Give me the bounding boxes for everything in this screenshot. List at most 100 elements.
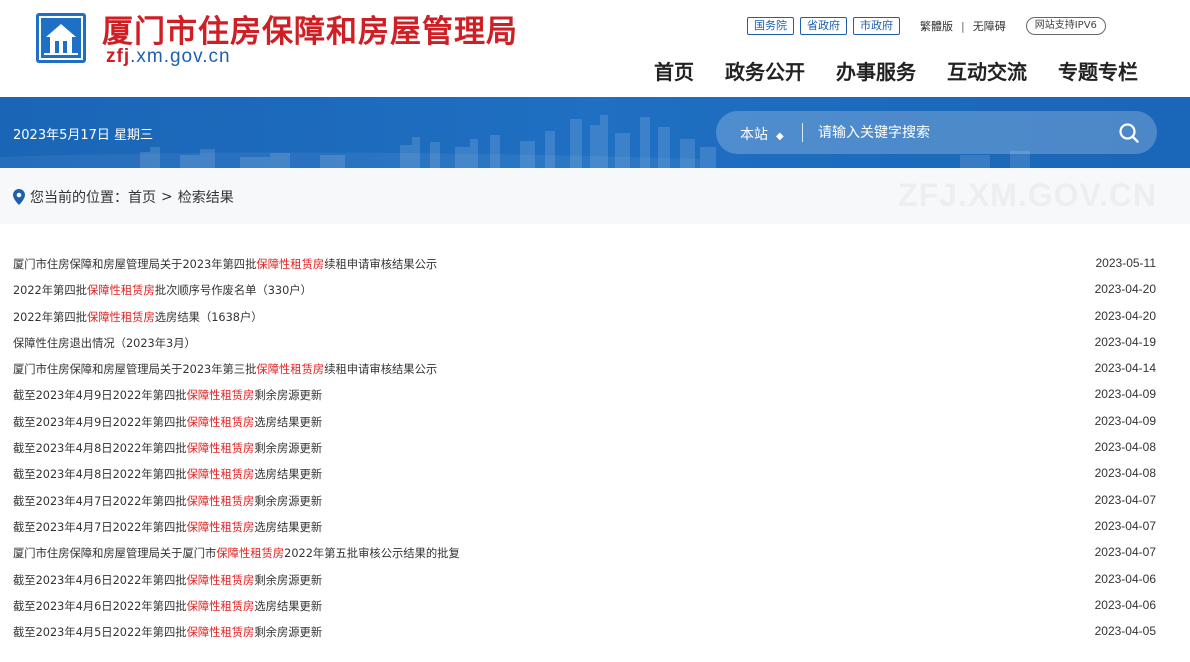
nav-services[interactable]: 办事服务 [836, 56, 916, 85]
keyword-highlight: 保障性租赁房 [186, 573, 255, 587]
link-state-council[interactable]: 国务院 [747, 17, 794, 35]
result-row: 2022年第四批保障性租赁房选房结果（1638户） 2023-04-20 [0, 303, 1190, 329]
keyword-highlight: 保障性租赁房 [186, 626, 255, 640]
result-row: 截至2023年4月7日2022年第四批保障性租赁房选房结果更新 2023-04-0… [0, 513, 1190, 539]
result-date: 2023-04-06 [1094, 571, 1156, 586]
keyword-highlight: 保障性租赁房 [256, 363, 325, 377]
result-title-link[interactable]: 截至2023年4月8日2022年第四批保障性租赁房剩余房源更新 [13, 440, 322, 456]
result-title-link[interactable]: 厦门市住房保障和房屋管理局关于厦门市保障性租赁房2022年第五批审核公示结果的批… [13, 545, 460, 561]
result-row: 截至2023年4月9日2022年第四批保障性租赁房剩余房源更新 2023-04-0… [0, 381, 1190, 407]
result-title-text: 剩余房源更新 [254, 389, 323, 403]
result-date: 2023-04-14 [1094, 361, 1156, 376]
keyword-highlight: 保障性租赁房 [186, 494, 255, 508]
result-title-text: 剩余房源更新 [254, 573, 323, 587]
accessibility-link[interactable]: 无障碍 [973, 18, 1006, 34]
result-title-link[interactable]: 截至2023年4月6日2022年第四批保障性租赁房剩余房源更新 [13, 572, 322, 588]
top-utility-links: 国务院 省政府 市政府 繁體版 | 无障碍 网站支持IPV6 [747, 16, 1106, 36]
result-row: 截至2023年4月6日2022年第四批保障性租赁房选房结果更新 2023-04-0… [0, 592, 1190, 618]
result-title-text: 剩余房源更新 [254, 626, 323, 640]
search-scope-select[interactable]: 本站 ◆ [740, 124, 784, 144]
result-title-link[interactable]: 截至2023年4月9日2022年第四批保障性租赁房选房结果更新 [13, 414, 322, 430]
result-title-link[interactable]: 截至2023年4月6日2022年第四批保障性租赁房选房结果更新 [13, 598, 322, 614]
result-title-link[interactable]: 2022年第四批保障性租赁房批次顺序号作废名单（330户） [13, 282, 312, 298]
nav-special-topics[interactable]: 专题专栏 [1058, 56, 1138, 85]
result-title-link[interactable]: 厦门市住房保障和房屋管理局关于2023年第四批保障性租赁房续租申请审核结果公示 [13, 256, 437, 272]
breadcrumb: 您当前的位置： 首页 > 检索结果 [13, 187, 234, 207]
keyword-highlight: 保障性租赁房 [186, 468, 255, 482]
result-row: 截至2023年4月7日2022年第四批保障性租赁房剩余房源更新 2023-04-0… [0, 487, 1190, 513]
result-title-text: 截至2023年4月6日2022年第四批 [13, 599, 187, 613]
result-title-text: 截至2023年4月8日2022年第四批 [13, 468, 187, 482]
search-banner: 2023年5月17日 星期三 本站 ◆ [0, 97, 1190, 168]
main-nav: 首页 政务公开 办事服务 互动交流 专题专栏 [654, 56, 1138, 85]
result-title-text: 剩余房源更新 [254, 442, 323, 456]
result-date: 2023-04-08 [1094, 440, 1156, 455]
utility-separator: | [961, 19, 965, 33]
result-date: 2023-04-06 [1094, 597, 1156, 612]
nav-home[interactable]: 首页 [654, 56, 694, 85]
nav-gov-affairs[interactable]: 政务公开 [725, 56, 805, 85]
breadcrumb-prefix: 您当前的位置： [30, 190, 128, 206]
result-date: 2023-04-20 [1094, 308, 1156, 323]
result-title-text: 选房结果更新 [254, 468, 323, 482]
result-title-text: 截至2023年4月8日2022年第四批 [13, 442, 187, 456]
search-scope-label: 本站 [740, 127, 768, 143]
result-title-text: 选房结果更新 [254, 415, 323, 429]
domain-watermark: ZFJ.XM.GOV.CN [898, 177, 1157, 213]
site-name[interactable]: 厦门市住房保障和房屋管理局 [102, 6, 518, 51]
keyword-highlight: 保障性租赁房 [256, 258, 325, 271]
domain-suffix: .xm.gov.cn [130, 46, 231, 67]
result-row: 截至2023年4月5日2022年第四批保障性租赁房剩余房源更新 2023-04-0… [0, 618, 1190, 644]
domain-prefix: zfj [106, 46, 131, 67]
link-city-gov[interactable]: 市政府 [853, 17, 900, 35]
result-title-text: 剩余房源更新 [254, 494, 323, 508]
result-date: 2023-04-09 [1094, 413, 1156, 428]
keyword-highlight: 保障性租赁房 [186, 389, 255, 403]
result-title-link[interactable]: 截至2023年4月8日2022年第四批保障性租赁房选房结果更新 [13, 466, 322, 482]
result-title-text: 厦门市住房保障和房屋管理局关于2023年第三批 [13, 363, 257, 377]
search-results-list: 厦门市住房保障和房屋管理局关于2023年第四批保障性租赁房续租申请审核结果公示 2… [0, 250, 1190, 644]
house-emblem-icon[interactable] [36, 13, 86, 63]
link-province-gov[interactable]: 省政府 [800, 17, 847, 35]
result-title-link[interactable]: 截至2023年4月5日2022年第四批保障性租赁房剩余房源更新 [13, 624, 322, 640]
result-title-text: 2022年第五批审核公示结果的批复 [284, 547, 460, 561]
keyword-highlight: 保障性租赁房 [86, 310, 155, 324]
result-row: 保障性住房退出情况（2023年3月） 2023-04-19 [0, 329, 1190, 355]
result-date: 2023-04-09 [1094, 387, 1156, 402]
result-title-text: 截至2023年4月7日2022年第四批 [13, 494, 187, 508]
result-title-link[interactable]: 截至2023年4月9日2022年第四批保障性租赁房剩余房源更新 [13, 387, 322, 403]
result-title-text: 2022年第四批 [13, 310, 87, 324]
current-date: 2023年5月17日 星期三 [13, 128, 154, 143]
keyword-highlight: 保障性租赁房 [216, 547, 285, 561]
search-divider [802, 123, 803, 142]
search-input[interactable] [818, 119, 1108, 146]
result-title-text: 2022年第四批 [13, 284, 87, 298]
breadcrumb-bar: ZFJ.XM.GOV.CN 您当前的位置： 首页 > 检索结果 [0, 168, 1190, 224]
result-title-text: 选房结果（1638户） [154, 310, 263, 324]
result-date: 2023-04-08 [1094, 466, 1156, 481]
result-date: 2023-04-20 [1094, 282, 1156, 297]
result-title-text: 批次顺序号作废名单（330户） [154, 284, 312, 298]
result-title-text: 选房结果更新 [254, 599, 323, 613]
result-title-text: 截至2023年4月9日2022年第四批 [13, 389, 187, 403]
result-title-link[interactable]: 2022年第四批保障性租赁房选房结果（1638户） [13, 309, 263, 325]
result-title-link[interactable]: 保障性住房退出情况（2023年3月） [13, 335, 196, 351]
breadcrumb-home-link[interactable]: 首页 [128, 187, 156, 207]
result-row: 截至2023年4月9日2022年第四批保障性租赁房选房结果更新 2023-04-0… [0, 408, 1190, 434]
search-icon[interactable] [1117, 121, 1141, 145]
search-box: 本站 ◆ [716, 111, 1157, 154]
nav-interaction[interactable]: 互动交流 [947, 56, 1027, 85]
result-row: 截至2023年4月8日2022年第四批保障性租赁房剩余房源更新 2023-04-0… [0, 434, 1190, 460]
result-title-text: 截至2023年4月6日2022年第四批 [13, 573, 187, 587]
traditional-chinese-link[interactable]: 繁體版 [920, 18, 953, 34]
site-header: 厦门市住房保障和房屋管理局 zfj.xm.gov.cn 国务院 省政府 市政府 … [0, 0, 1190, 97]
result-row: 厦门市住房保障和房屋管理局关于厦门市保障性租赁房2022年第五批审核公示结果的批… [0, 539, 1190, 565]
result-row: 截至2023年4月8日2022年第四批保障性租赁房选房结果更新 2023-04-0… [0, 460, 1190, 486]
result-title-text: 厦门市住房保障和房屋管理局关于2023年第四批 [13, 258, 257, 271]
result-row: 厦门市住房保障和房屋管理局关于2023年第三批保障性租赁房续租申请审核结果公示 2… [0, 355, 1190, 381]
result-title-link[interactable]: 截至2023年4月7日2022年第四批保障性租赁房剩余房源更新 [13, 493, 322, 509]
result-date: 2023-04-05 [1094, 624, 1156, 639]
result-title-text: 选房结果更新 [254, 520, 323, 534]
result-title-link[interactable]: 截至2023年4月7日2022年第四批保障性租赁房选房结果更新 [13, 519, 322, 535]
result-title-link[interactable]: 厦门市住房保障和房屋管理局关于2023年第三批保障性租赁房续租申请审核结果公示 [13, 361, 437, 377]
